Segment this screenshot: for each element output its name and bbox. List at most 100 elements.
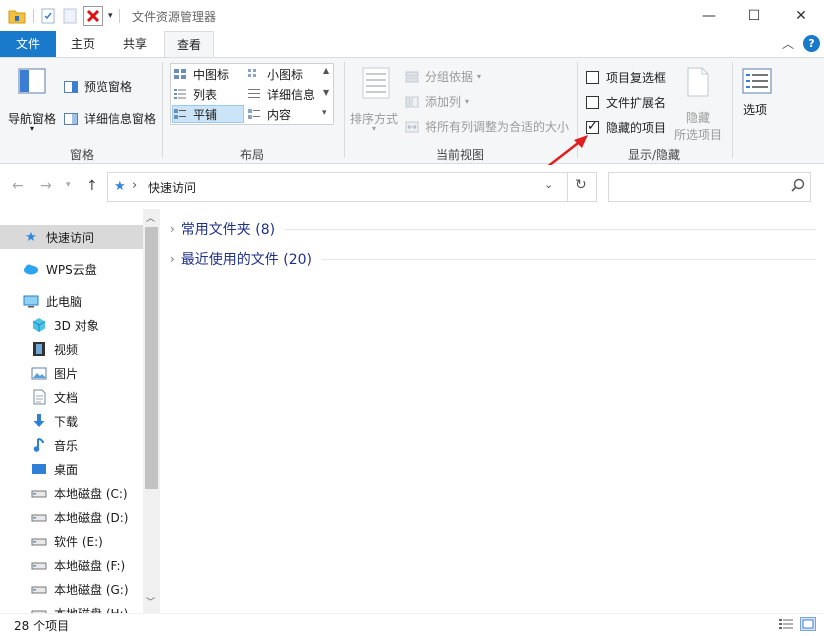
scroll-down-icon[interactable]: ﹀: [146, 595, 155, 608]
tiles-icon: [173, 108, 187, 120]
sort-by-button[interactable]: 排序方式 ▾: [348, 66, 402, 134]
add-columns-icon: [405, 96, 419, 108]
group-separator: [162, 62, 163, 158]
sidebar-item[interactable]: ★ 快速访问: [0, 225, 143, 249]
hide-selected-label-line2: 所选项目: [674, 128, 723, 142]
sidebar-item[interactable]: WPS云盘: [0, 257, 143, 281]
file-extensions-label: 文件扩展名: [606, 96, 667, 110]
address-dropdown-icon[interactable]: ⌄: [544, 178, 553, 191]
content-icon: [247, 108, 261, 120]
item-count: 28 个项目: [14, 619, 70, 633]
customize-qat-dropdown-icon[interactable]: ▾: [108, 11, 113, 21]
sidebar-item[interactable]: 音乐: [0, 433, 143, 457]
sidebar-item-label: 本地磁盘 (G:): [54, 582, 129, 597]
scrollbar-thumb[interactable]: [145, 227, 158, 489]
sidebar-item[interactable]: 本地磁盘 (G:): [0, 577, 143, 601]
hide-selected-icon: [686, 66, 710, 101]
cloud-icon: [22, 263, 40, 275]
group-by-button[interactable]: 分组依据 ▾: [405, 68, 481, 85]
back-icon[interactable]: ←: [12, 178, 24, 194]
forward-icon[interactable]: →: [40, 178, 52, 194]
tab-view[interactable]: 查看: [164, 31, 214, 58]
sidebar-item-label: 下载: [54, 414, 79, 429]
up-icon[interactable]: ↑: [86, 178, 98, 194]
sidebar-item-label: 桌面: [54, 462, 79, 477]
sidebar-item[interactable]: 图片: [0, 361, 143, 385]
search-input[interactable]: [608, 172, 811, 202]
minimize-button[interactable]: —: [686, 0, 732, 31]
layout-list[interactable]: 列表: [173, 85, 245, 103]
sidebar-item[interactable]: 软件 (E:): [0, 529, 143, 553]
layout-details[interactable]: 详细信息: [247, 85, 323, 103]
properties-icon[interactable]: [41, 8, 55, 24]
tab-file[interactable]: 文件: [0, 31, 56, 57]
sidebar-item[interactable]: 本地磁盘 (H:): [0, 601, 143, 613]
chevron-right-icon: ›: [170, 252, 175, 266]
layout-expand-icon[interactable]: ▾: [322, 108, 327, 118]
large-icons-view-icon[interactable]: [800, 617, 816, 631]
quick-access-toolbar: ▾: [8, 6, 126, 26]
group-label-show-hide: 显示/隐藏: [627, 148, 681, 162]
breadcrumb[interactable]: 快速访问: [148, 179, 196, 196]
details-view-icon[interactable]: [778, 618, 794, 634]
layout-content[interactable]: 内容: [247, 105, 319, 123]
group-header-label: 常用文件夹 (8): [180, 222, 276, 238]
preview-pane-button[interactable]: 预览窗格: [64, 78, 132, 95]
hide-selected-items-button[interactable]: 隐藏 所选项目: [672, 66, 724, 142]
ribbon-tabs: 文件 主页 共享 查看 ︿ ?: [0, 31, 824, 58]
sidebar-item[interactable]: 文档: [0, 385, 143, 409]
download-arrow-icon: [30, 413, 48, 429]
file-extensions-checkbox[interactable]: [586, 96, 599, 109]
layout-scroll-down-icon[interactable]: ▼: [323, 88, 329, 97]
sidebar-item-label: 音乐: [54, 438, 79, 453]
sidebar-item[interactable]: 此电脑: [0, 289, 143, 313]
preview-pane-label: 预览窗格: [84, 80, 133, 94]
layout-medium-icons[interactable]: 中图标: [173, 65, 245, 83]
drive-icon: [30, 584, 48, 594]
scroll-up-icon[interactable]: ︿: [146, 211, 155, 224]
details-pane-button[interactable]: 详细信息窗格: [64, 110, 156, 127]
close-button[interactable]: ✕: [778, 0, 824, 31]
list-icon: [173, 88, 187, 100]
drive-icon: [30, 560, 48, 570]
group-separator: [732, 62, 733, 158]
sidebar-item[interactable]: 视频: [0, 337, 143, 361]
collapse-ribbon-icon[interactable]: ︿: [782, 35, 794, 52]
tab-share[interactable]: 共享: [112, 31, 158, 57]
add-columns-button[interactable]: 添加列 ▾: [405, 93, 469, 110]
recent-locations-icon[interactable]: ▾: [66, 180, 71, 190]
tab-home[interactable]: 主页: [60, 31, 106, 57]
sidebar-item-label: 3D 对象: [54, 318, 99, 333]
options-button[interactable]: 选项: [738, 66, 778, 122]
nav-pane-scrollbar[interactable]: ︿ ﹀: [143, 209, 160, 613]
hide-selected-label-line1: 隐藏: [686, 111, 711, 125]
new-folder-icon[interactable]: [63, 8, 77, 24]
layout-tiles[interactable]: 平铺: [172, 105, 244, 123]
group-divider: [322, 258, 816, 260]
group-header-frequent-folders[interactable]: › 常用文件夹 (8): [170, 219, 816, 239]
sidebar-item[interactable]: 本地磁盘 (F:): [0, 553, 143, 577]
maximize-button[interactable]: ☐: [731, 0, 777, 31]
nav-pane-button[interactable]: 导航窗格 ▾: [6, 66, 58, 134]
hidden-items-label: 隐藏的项目: [606, 121, 667, 135]
group-header-recent-files[interactable]: › 最近使用的文件 (20): [170, 249, 816, 269]
group-label-layout: 布局: [239, 148, 264, 162]
item-checkboxes-toggle[interactable]: 项目复选框: [586, 69, 666, 86]
item-checkboxes-checkbox[interactable]: [586, 71, 599, 84]
address-bar[interactable]: ★ › 快速访问 ⌄ ↻: [107, 172, 597, 202]
sidebar-item[interactable]: 本地磁盘 (D:): [0, 505, 143, 529]
layout-scroll-up-icon[interactable]: ▲: [323, 66, 329, 75]
help-icon[interactable]: ?: [803, 35, 820, 52]
search-icon: [791, 178, 805, 195]
sidebar-item[interactable]: 3D 对象: [0, 313, 143, 337]
group-header-label: 最近使用的文件 (20): [180, 252, 313, 268]
layout-small-icons[interactable]: 小图标: [247, 65, 319, 83]
sidebar-item[interactable]: 桌面: [0, 457, 143, 481]
folder-icon[interactable]: [8, 8, 26, 24]
sidebar-item[interactable]: 本地磁盘 (C:): [0, 481, 143, 505]
sidebar-item[interactable]: 下载: [0, 409, 143, 433]
group-label-panes: 窗格: [69, 148, 94, 162]
refresh-icon[interactable]: ↻: [575, 177, 587, 193]
file-extensions-toggle[interactable]: 文件扩展名: [586, 94, 666, 111]
delete-icon[interactable]: [83, 6, 103, 26]
